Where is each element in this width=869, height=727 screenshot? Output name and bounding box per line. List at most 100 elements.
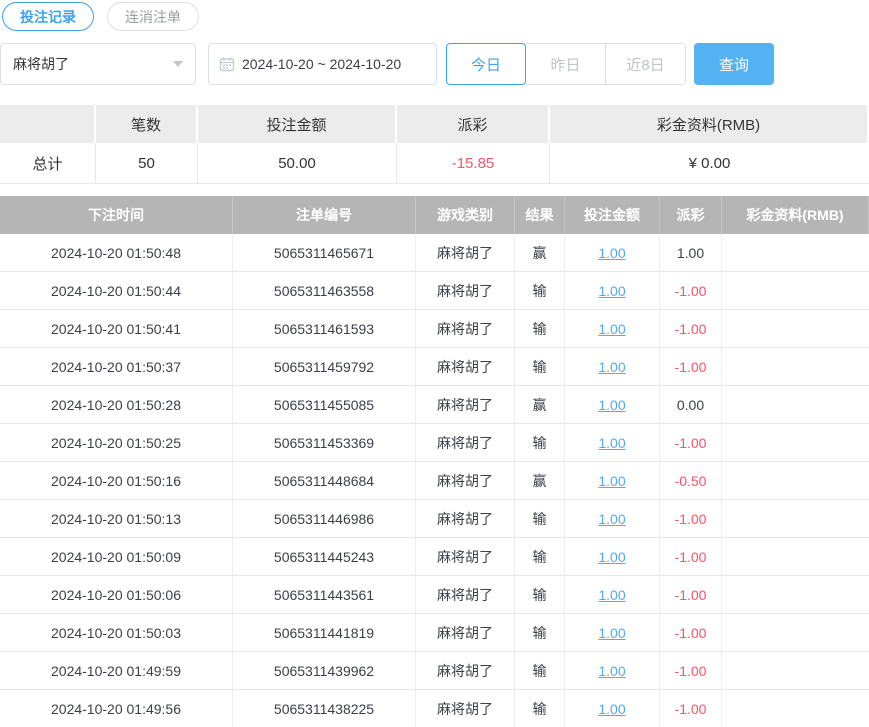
summary-total-bet-amount: 50.00 [198,143,397,184]
quick-button-yesterday[interactable]: 昨日 [526,43,606,85]
cell-payout: -1.00 [660,538,722,576]
bet-amount-link[interactable]: 1.00 [598,397,625,413]
cell-payout: -1.00 [660,500,722,538]
cell-game-type: 麻将胡了 [416,348,515,386]
summary-total-payout: -15.85 [397,143,550,184]
summary-header-count: 笔数 [96,105,198,143]
cell-payout: -1.00 [660,310,722,348]
date-range-picker[interactable]: 2024-10-20 ~ 2024-10-20 [208,43,437,85]
bet-amount-link[interactable]: 1.00 [598,587,625,603]
cell-game-type: 麻将胡了 [416,690,515,727]
game-select[interactable]: 麻将胡了 [0,43,196,85]
bet-amount-link[interactable]: 1.00 [598,625,625,641]
cell-game-type: 麻将胡了 [416,462,515,500]
cell-result: 输 [515,310,565,348]
cell-payout: 1.00 [660,234,722,272]
cell-payout: 0.00 [660,386,722,424]
cell-bet-amount: 1.00 [565,500,660,538]
summary-header-empty [0,105,96,143]
col-header-bonus: 彩金资料(RMB) [722,196,869,234]
cell-bet-amount: 1.00 [565,272,660,310]
cell-order-id: 5065311461593 [233,310,416,348]
quick-button-today[interactable]: 今日 [446,43,526,85]
cell-bet-amount: 1.00 [565,234,660,272]
cell-game-type: 麻将胡了 [416,614,515,652]
cell-bet-time: 2024-10-20 01:50:28 [0,386,233,424]
query-button[interactable]: 查询 [694,43,774,85]
col-header-order-id: 注单编号 [233,196,416,234]
cell-bonus [722,652,869,690]
cell-game-type: 麻将胡了 [416,500,515,538]
summary-total-count: 50 [96,143,198,184]
col-header-result: 结果 [515,196,565,234]
cell-bonus [722,386,869,424]
cell-order-id: 5065311443561 [233,576,416,614]
bet-amount-link[interactable]: 1.00 [598,473,625,489]
cell-payout: -1.00 [660,272,722,310]
filter-bar: 麻将胡了 2024-10-20 ~ 2024-10-20 [0,43,869,85]
cell-bet-amount: 1.00 [565,424,660,462]
cell-result: 输 [515,500,565,538]
cell-game-type: 麻将胡了 [416,424,515,462]
calendar-icon [219,56,235,72]
cell-game-type: 麻将胡了 [416,652,515,690]
cell-payout: -1.00 [660,690,722,727]
quick-range-group: 今日 昨日 近8日 [446,43,686,85]
tab-cascade-orders[interactable]: 连消注单 [107,2,199,31]
game-select-value: 麻将胡了 [13,54,69,74]
cell-order-id: 5065311453369 [233,424,416,462]
bet-amount-link[interactable]: 1.00 [598,283,625,299]
cell-bonus [722,500,869,538]
cell-payout: -0.50 [660,462,722,500]
cell-game-type: 麻将胡了 [416,538,515,576]
col-header-game-type: 游戏类别 [416,196,515,234]
top-tabs: 投注记录 连消注单 [0,0,869,31]
cell-result: 输 [515,272,565,310]
bet-amount-link[interactable]: 1.00 [598,435,625,451]
chevron-down-icon [173,61,183,67]
cell-payout: -1.00 [660,614,722,652]
cell-result: 输 [515,424,565,462]
cell-bet-time: 2024-10-20 01:49:59 [0,652,233,690]
cell-bonus [722,424,869,462]
cell-result: 输 [515,652,565,690]
cell-bet-amount: 1.00 [565,310,660,348]
cell-bet-time: 2024-10-20 01:50:48 [0,234,233,272]
summary-header-payout: 派彩 [397,105,550,143]
bet-amount-link[interactable]: 1.00 [598,245,625,261]
cell-bet-time: 2024-10-20 01:50:13 [0,500,233,538]
betting-records-page: 投注记录 连消注单 麻将胡了 2024-10- [0,0,869,727]
quick-button-last8days[interactable]: 近8日 [606,43,686,85]
cell-bet-time: 2024-10-20 01:50:44 [0,272,233,310]
cell-bet-amount: 1.00 [565,690,660,727]
cell-payout: -1.00 [660,348,722,386]
cell-order-id: 5065311438225 [233,690,416,727]
cell-order-id: 5065311448684 [233,462,416,500]
cell-order-id: 5065311463558 [233,272,416,310]
cell-bet-time: 2024-10-20 01:49:56 [0,690,233,727]
tab-betting-records[interactable]: 投注记录 [2,2,94,31]
summary-total-bonus: ¥ 0.00 [550,143,869,184]
bet-amount-link[interactable]: 1.00 [598,701,625,717]
cell-bet-amount: 1.00 [565,462,660,500]
cell-order-id: 5065311455085 [233,386,416,424]
bet-amount-link[interactable]: 1.00 [598,511,625,527]
cell-game-type: 麻将胡了 [416,386,515,424]
cell-bonus [722,462,869,500]
summary-total-label: 总计 [0,143,96,184]
bet-amount-link[interactable]: 1.00 [598,321,625,337]
bet-amount-link[interactable]: 1.00 [598,663,625,679]
date-range-value: 2024-10-20 ~ 2024-10-20 [242,56,401,72]
cell-bet-time: 2024-10-20 01:50:41 [0,310,233,348]
cell-bonus [722,348,869,386]
cell-bet-amount: 1.00 [565,348,660,386]
cell-payout: -1.00 [660,576,722,614]
col-header-bet-amount: 投注金额 [565,196,660,234]
cell-order-id: 5065311446986 [233,500,416,538]
bet-amount-link[interactable]: 1.00 [598,549,625,565]
cell-game-type: 麻将胡了 [416,576,515,614]
bet-amount-link[interactable]: 1.00 [598,359,625,375]
cell-payout: -1.00 [660,652,722,690]
cell-result: 赢 [515,462,565,500]
cell-bet-time: 2024-10-20 01:50:16 [0,462,233,500]
